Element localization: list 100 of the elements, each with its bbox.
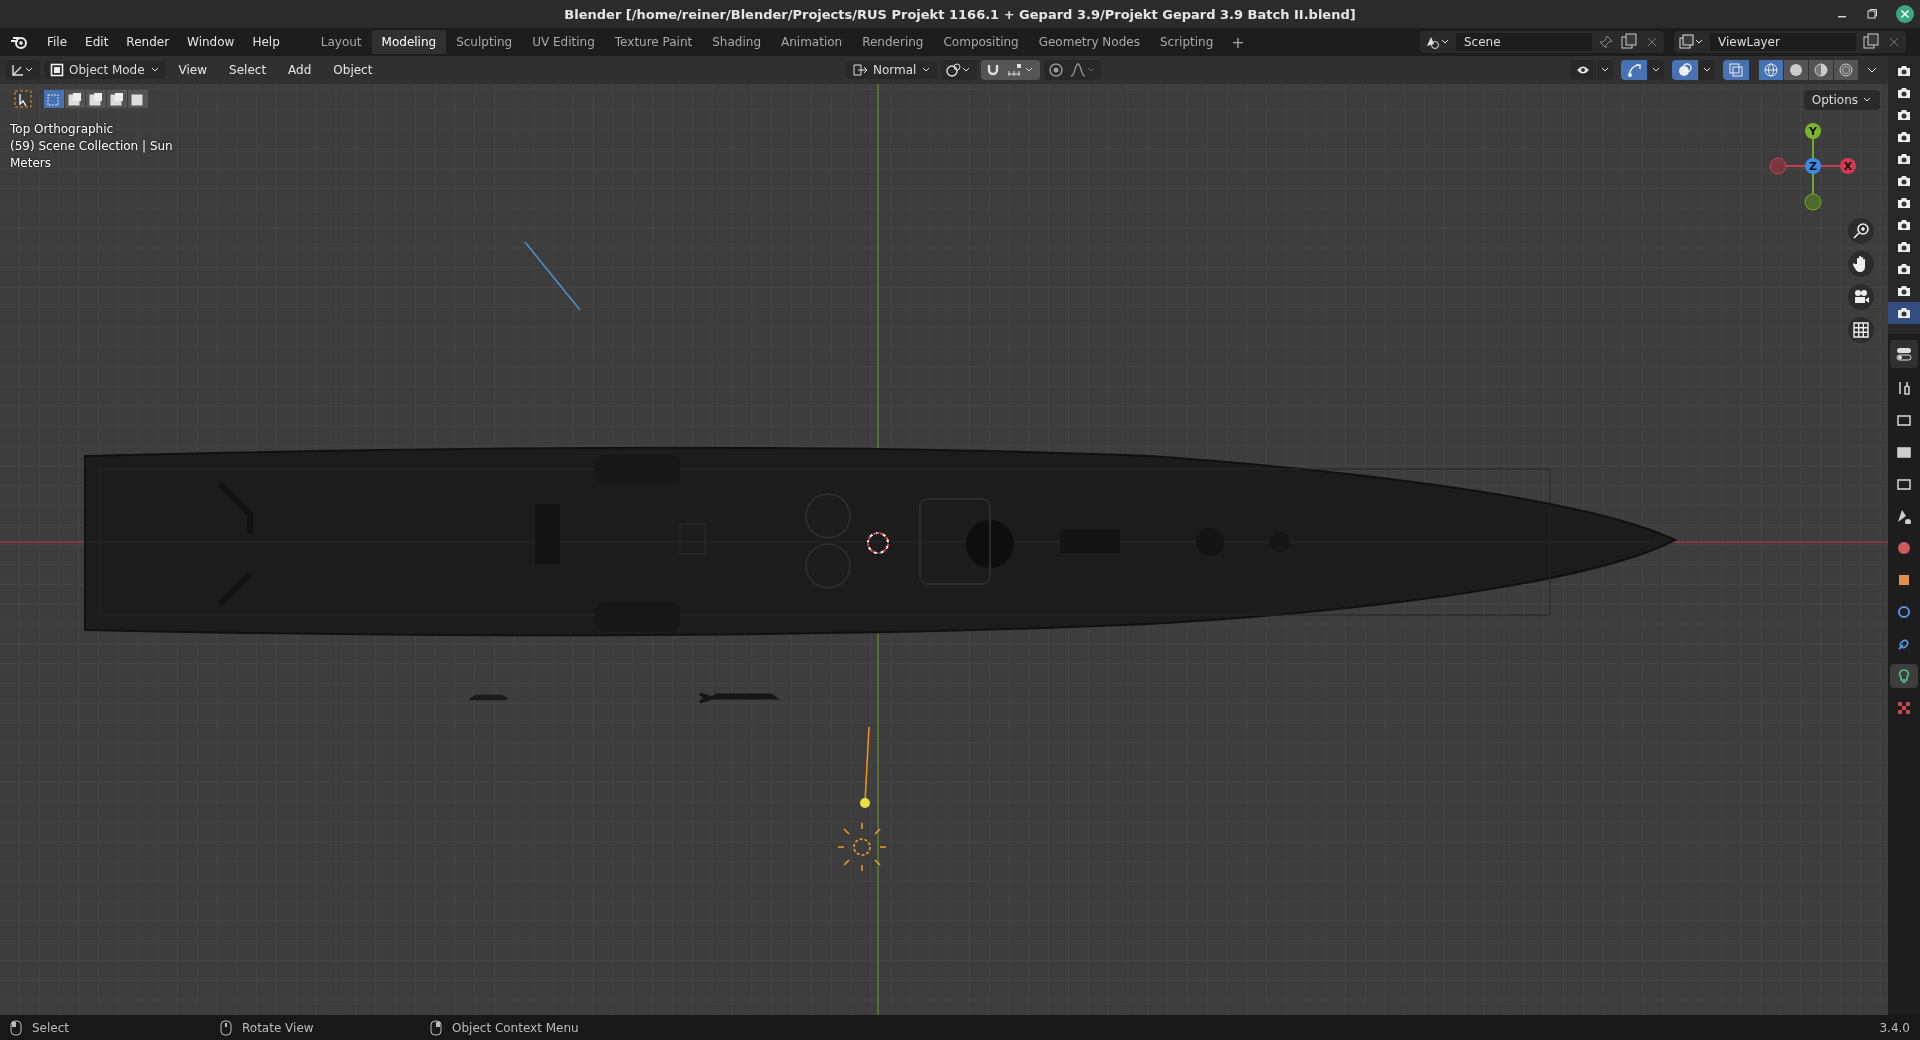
- projection-button[interactable]: [1848, 317, 1874, 343]
- viewport-info-text: (59) Scene Collection | Sun: [10, 139, 173, 153]
- proportional-edit-toggle[interactable]: [1044, 60, 1102, 80]
- caret-icon: [921, 66, 932, 74]
- xray-toggle[interactable]: [1723, 60, 1749, 80]
- output-tab-icon: [1896, 444, 1912, 460]
- editor-type-button[interactable]: [6, 60, 40, 80]
- mode-dropdown[interactable]: Object Mode: [44, 61, 166, 79]
- workspace-tab[interactable]: Sculpting: [446, 30, 523, 54]
- missile-drawing: [468, 694, 509, 701]
- image-stack-icon: [1678, 34, 1704, 50]
- workspace-tab[interactable]: Animation: [771, 30, 853, 54]
- squares-icon: [131, 92, 145, 106]
- rendered-shading-button[interactable]: [1834, 60, 1858, 80]
- snap-toggle[interactable]: [981, 60, 1041, 80]
- workspace-tab[interactable]: Shading: [702, 30, 771, 54]
- selection-mode-button[interactable]: [128, 90, 148, 108]
- wireframe-shading-button[interactable]: [1759, 60, 1783, 80]
- menu-item[interactable]: Edit: [76, 31, 118, 53]
- selection-mode-button[interactable]: [65, 90, 85, 108]
- workspace-tab[interactable]: Modeling: [371, 30, 447, 54]
- gizmo-negative-y-handle[interactable]: [1804, 193, 1822, 211]
- camera-icon: [1897, 219, 1911, 231]
- caret-icon: [1651, 66, 1661, 74]
- camera-icon: [1897, 285, 1911, 297]
- camera-icon: [1897, 241, 1911, 253]
- view-layer-selector[interactable]: ViewLayer: [1674, 31, 1906, 53]
- cursor-icon: [14, 90, 32, 108]
- logo-icon[interactable]: [10, 34, 28, 50]
- sun-lamp-icon[interactable]: [837, 822, 887, 872]
- pivot-dropdown[interactable]: [941, 60, 978, 80]
- caret-icon[interactable]: [1866, 65, 1878, 75]
- menu-item[interactable]: Add: [279, 59, 321, 81]
- maximize-icon[interactable]: [1866, 8, 1878, 20]
- grid-icon: [1852, 321, 1870, 339]
- gizmo-x-handle[interactable]: X: [1840, 158, 1856, 174]
- close-icon[interactable]: [1896, 5, 1914, 23]
- caret-icon: [1600, 66, 1610, 74]
- camera-icon: [1897, 87, 1911, 99]
- solid-shading-button[interactable]: [1784, 60, 1808, 80]
- light-target-handle[interactable]: [860, 798, 870, 808]
- squares-icon: [47, 92, 61, 106]
- workspace-tab[interactable]: Layout: [310, 30, 372, 54]
- properties-toggle-button[interactable]: [1890, 340, 1918, 368]
- orientation-dropdown[interactable]: Normal: [846, 61, 938, 79]
- zoom-icon: [1852, 222, 1870, 240]
- camera-view-button[interactable]: [1848, 284, 1874, 310]
- menu-item[interactable]: Render: [117, 31, 179, 53]
- scene-selector[interactable]: Scene: [1420, 31, 1664, 53]
- duplicate-icon[interactable]: [1620, 33, 1638, 51]
- workspace-tab[interactable]: Geometry Nodes: [1028, 30, 1150, 54]
- add-workspace-button[interactable]: +: [1223, 30, 1253, 54]
- mouse-icon: [10, 1019, 22, 1036]
- outliner-row[interactable]: [1888, 302, 1920, 324]
- workspace-tab[interactable]: Texture Paint: [604, 30, 703, 54]
- pin-icon[interactable]: [1598, 34, 1614, 50]
- camera-icon: [1897, 307, 1911, 319]
- menu-item[interactable]: Select: [220, 59, 276, 81]
- menu-item[interactable]: View: [169, 59, 217, 81]
- zoom-button[interactable]: [1848, 218, 1874, 244]
- half-sphere-icon: [1814, 63, 1828, 77]
- squares-icon: [68, 92, 82, 106]
- scene-tab-icon: [1896, 508, 1912, 524]
- cube-icon: [50, 63, 64, 77]
- sphere-icon: [1789, 63, 1803, 77]
- select-tool-button[interactable]: [14, 90, 32, 108]
- scene-field[interactable]: Scene: [1456, 33, 1592, 51]
- gizmo-negative-x-handle[interactable]: [1769, 157, 1787, 175]
- view-layer-field[interactable]: ViewLayer: [1710, 33, 1856, 51]
- selection-mode-button[interactable]: [86, 90, 106, 108]
- gizmo-toggle[interactable]: [1621, 60, 1647, 80]
- globe-icon: [1764, 63, 1778, 77]
- options-dropdown[interactable]: Options: [1803, 90, 1880, 110]
- workspace-tab[interactable]: Compositing: [933, 30, 1029, 54]
- menu-item[interactable]: File: [38, 31, 77, 53]
- menu-item[interactable]: Help: [243, 31, 289, 53]
- workspace-tab[interactable]: Scripting: [1149, 30, 1224, 54]
- mouse-icon: [430, 1019, 442, 1036]
- visibility-toggle[interactable]: [1570, 60, 1596, 80]
- pan-button[interactable]: [1848, 251, 1874, 277]
- menu-item[interactable]: Object: [324, 59, 382, 81]
- gizmo-z-handle[interactable]: Z: [1805, 158, 1821, 174]
- workspace-tab[interactable]: Rendering: [852, 30, 934, 54]
- material-shading-button[interactable]: [1809, 60, 1833, 80]
- gizmo-y-handle[interactable]: Y: [1805, 123, 1821, 139]
- overlapping-circles-icon: [1677, 62, 1693, 78]
- status-hint: Object Context Menu: [452, 1020, 579, 1035]
- mouse-icon: [220, 1019, 232, 1036]
- light-properties-tab[interactable]: [1890, 664, 1918, 688]
- 3d-cursor-icon[interactable]: [863, 528, 893, 558]
- workspace-tab[interactable]: UV Editing: [522, 30, 605, 54]
- 3d-viewport[interactable]: Top Orthographic (59) Scene Collection | Sun Meters Options X Y Z: [0, 84, 1888, 1015]
- menu-item[interactable]: Window: [178, 31, 244, 53]
- squares-icon: [110, 92, 124, 106]
- overlays-toggle[interactable]: [1672, 60, 1698, 80]
- duplicate-icon[interactable]: [1862, 33, 1880, 51]
- tool-tab-icon: [1896, 380, 1912, 396]
- movie-camera-icon: [1852, 288, 1870, 306]
- version-text: 3.4.0: [1879, 1020, 1910, 1035]
- selection-mode-button[interactable]: [107, 90, 127, 108]
